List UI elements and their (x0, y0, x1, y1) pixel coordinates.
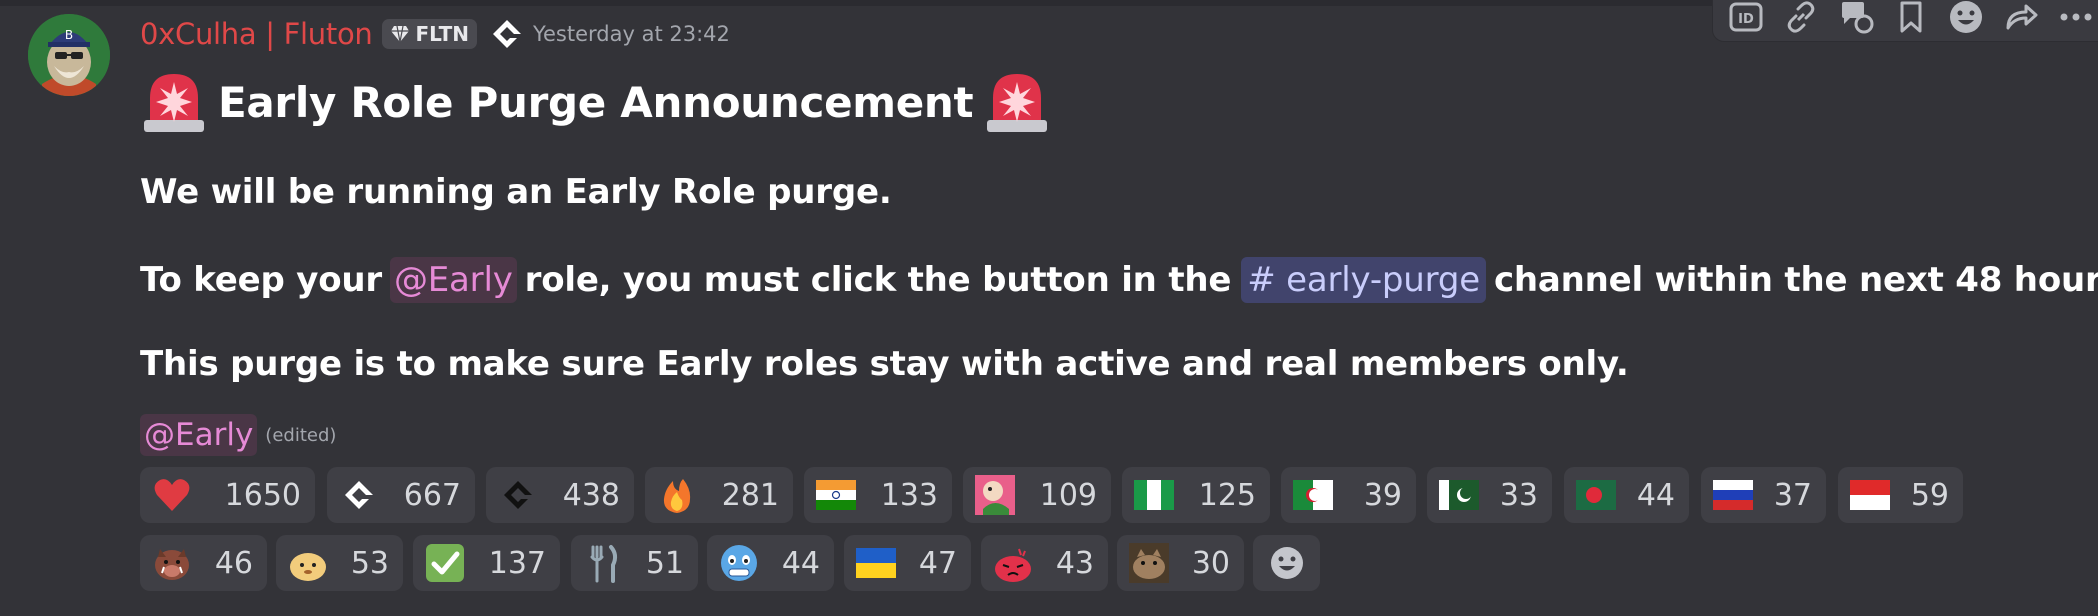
reaction-flag-indonesia[interactable]: 59 (1838, 467, 1963, 523)
flag-india-icon (816, 475, 856, 515)
line2-text-middle: role, you must click the button in the (524, 260, 1232, 300)
reaction-count: 137 (488, 545, 546, 581)
reaction-blob[interactable]: 53 (276, 535, 403, 591)
reaction-count: 53 (350, 545, 389, 581)
reaction-count: 44 (781, 545, 820, 581)
reaction-flag-ukraine[interactable]: 47 (844, 535, 971, 591)
cold-face-icon (719, 543, 759, 583)
guild-tag[interactable]: FLTN (382, 19, 477, 49)
add-reaction-icon[interactable] (1946, 0, 1987, 38)
heart-icon (152, 475, 192, 515)
reaction-count: 667 (403, 477, 461, 513)
pepe-icon (975, 475, 1015, 515)
line2-text-end: channel within the next 48 hours. (1493, 260, 2098, 300)
smiley-icon (1270, 547, 1303, 579)
diamond-icon (391, 25, 410, 43)
reaction-count: 43 (1055, 545, 1094, 581)
more-icon[interactable] (2056, 0, 2097, 38)
flag-algeria-icon (1293, 475, 1333, 515)
cat-meme-icon (1129, 543, 1169, 583)
message-line-2: To keep your @Early role, you must click… (140, 257, 2098, 303)
flag-pakistan-icon (1439, 475, 1479, 515)
message-line-3: This purge is to make sure Early roles s… (140, 344, 1629, 384)
reaction-flag-bangladesh[interactable]: 44 (1564, 467, 1689, 523)
reaction-count: 47 (918, 545, 957, 581)
reaction-count: 44 (1636, 477, 1675, 513)
role-mention-early-footer[interactable]: @Early (140, 414, 258, 456)
reaction-flag-russia[interactable]: 37 (1701, 467, 1826, 523)
boar-icon (152, 543, 192, 583)
reaction-pepe[interactable]: 109 (963, 467, 1111, 523)
reaction-count: 33 (1499, 477, 1538, 513)
user-avatar[interactable]: B (28, 14, 110, 96)
announcement-title: Early Role Purge Announcement (218, 77, 974, 127)
add-reaction-button[interactable] (1253, 535, 1320, 591)
flag-bangladesh-icon (1576, 475, 1616, 515)
reaction-count: 30 (1191, 545, 1230, 581)
reaction-count: 46 (214, 545, 253, 581)
reaction-flag-india[interactable]: 133 (804, 467, 952, 523)
line2-text-start: To keep your (140, 260, 382, 300)
reaction-cold-face[interactable]: 44 (707, 535, 834, 591)
reaction-count: 37 (1773, 477, 1812, 513)
message-line-1: We will be running an Early Role purge. (140, 172, 892, 212)
reaction-count: 1650 (224, 477, 301, 513)
reaction-flag-pakistan[interactable]: 33 (1427, 467, 1552, 523)
mention-line: @Early (edited) (140, 414, 336, 456)
flag-russia-icon (1713, 475, 1753, 515)
svg-text:ID: ID (1738, 12, 1754, 27)
siren-icon (987, 74, 1048, 132)
fire-icon (657, 475, 697, 515)
reaction-boar[interactable]: 46 (140, 535, 267, 591)
blob-face-icon (288, 543, 328, 583)
bookmark-icon[interactable] (1890, 0, 1931, 38)
role-mention-early[interactable]: @Early (389, 257, 517, 303)
reaction-flag-algeria[interactable]: 39 (1281, 467, 1416, 523)
link-icon[interactable] (1780, 0, 1821, 38)
check-mark-icon (425, 543, 465, 583)
id-icon[interactable]: ID (1725, 0, 1766, 38)
reaction-fluton-black[interactable]: 438 (486, 467, 634, 523)
reaction-heart[interactable]: 1650 (140, 467, 315, 523)
fork-and-knife-icon (583, 543, 623, 583)
announcement-heading: Early Role Purge Announcement (140, 68, 1051, 136)
timestamp[interactable]: Yesterday at 23:42 (533, 22, 730, 46)
reaction-fork-knife[interactable]: 51 (571, 535, 698, 591)
reaction-count: 125 (1198, 477, 1256, 513)
username[interactable]: 0xCulha | Fluton (140, 17, 373, 51)
guild-tag-label: FLTN (415, 22, 469, 46)
avatar-image: B (28, 14, 110, 96)
flag-nigeria-icon (1134, 475, 1174, 515)
svg-text:B: B (65, 28, 73, 42)
reaction-cat-meme[interactable]: 30 (1117, 535, 1244, 591)
reaction-count: 59 (1910, 477, 1949, 513)
reaction-count: 133 (880, 477, 938, 513)
reaction-count: 51 (645, 545, 684, 581)
siren-icon (144, 74, 204, 132)
reaction-fire[interactable]: 281 (645, 467, 793, 523)
reaction-flag-nigeria[interactable]: 125 (1122, 467, 1270, 523)
reaction-count: 39 (1363, 477, 1402, 513)
reaction-check[interactable]: 137 (413, 535, 560, 591)
reaction-count: 281 (721, 477, 779, 513)
flag-indonesia-icon (1850, 475, 1890, 515)
thread-icon[interactable] (1835, 0, 1876, 38)
reaction-count: 438 (562, 477, 620, 513)
reaction-angry-blob[interactable]: 43 (981, 535, 1108, 591)
channel-mention-early-purge[interactable]: # early-purge (1241, 257, 1486, 303)
reply-icon[interactable] (2001, 0, 2042, 38)
message-actions-toolbar: ID (1712, 0, 2098, 42)
angry-blob-icon (993, 543, 1033, 583)
reaction-count: 109 (1039, 477, 1097, 513)
fluton-logo-icon (339, 475, 379, 515)
fluton-logo-icon (487, 14, 527, 54)
reaction-fluton-white[interactable]: 667 (327, 467, 475, 523)
edited-label: (edited) (265, 424, 337, 446)
flag-ukraine-icon (856, 543, 896, 583)
message-header: 0xCulha | Fluton FLTN Yesterday at 23:42 (140, 14, 730, 54)
fluton-logo-dark-icon (498, 475, 538, 515)
